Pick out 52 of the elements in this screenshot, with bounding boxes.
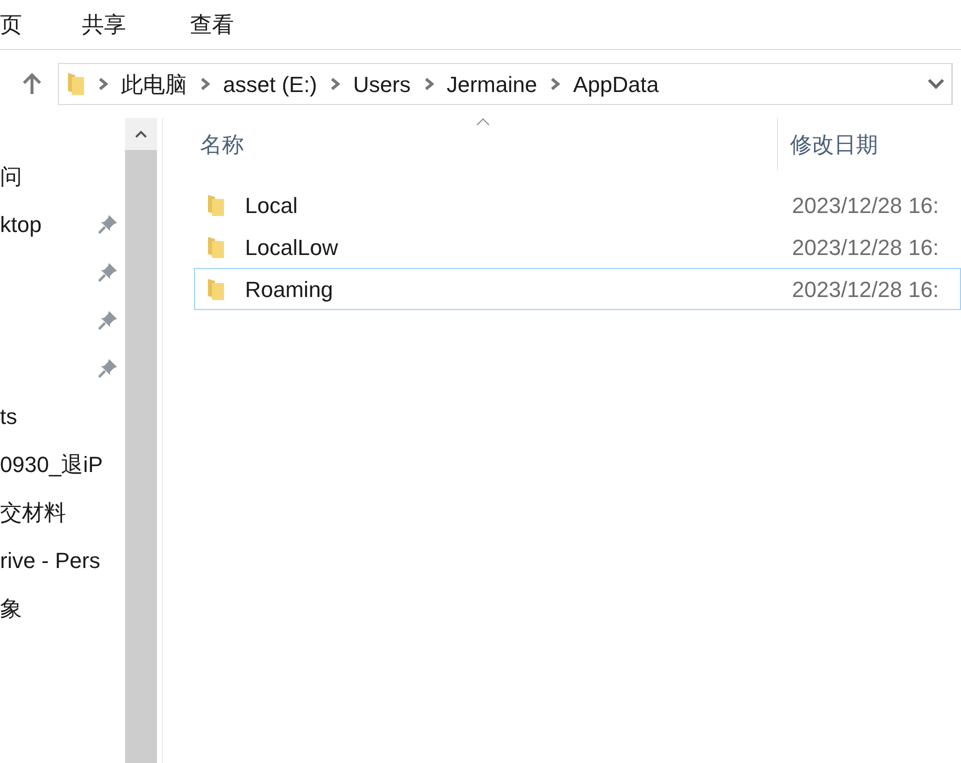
ribbon-tab[interactable]: 查看 — [186, 8, 238, 41]
folder-icon — [67, 71, 85, 97]
nav-item[interactable]: ktop — [0, 208, 42, 240]
nav-item[interactable]: 0930_退iP — [0, 448, 103, 480]
nav-item[interactable]: ts — [0, 400, 18, 432]
breadcrumb-item[interactable]: asset (E:) — [223, 68, 318, 100]
file-row[interactable]: Roaming 2023/12/28 16: — [194, 268, 961, 310]
dropdown-chevron-icon[interactable] — [927, 78, 945, 90]
breadcrumb-item[interactable]: AppData — [573, 68, 659, 100]
chevron-up-icon — [135, 130, 147, 138]
nav-row[interactable]: 交材料 — [0, 488, 125, 536]
nav-item[interactable]: 问 — [0, 160, 22, 192]
nav-row[interactable]: 0930_退iP — [0, 440, 125, 488]
file-name: Local — [245, 192, 299, 220]
chevron-right-icon[interactable] — [200, 77, 210, 91]
folder-icon — [207, 193, 225, 217]
file-name: LocalLow — [245, 234, 339, 262]
file-row[interactable]: LocalLow 2023/12/28 16: — [194, 226, 961, 268]
modified-date: 2023/12/28 16: — [792, 192, 939, 220]
modified-date: 2023/12/28 16: — [792, 276, 939, 304]
nav-item[interactable]: 象 — [0, 592, 22, 624]
nav-row[interactable]: ts — [0, 392, 125, 440]
nav-row[interactable]: 象 — [0, 584, 125, 632]
pin-icon[interactable] — [97, 357, 119, 379]
sort-caret-icon — [476, 118, 490, 126]
address-bar[interactable]: 此电脑 asset (E:) Users Jermaine AppData — [58, 63, 953, 105]
modified-date: 2023/12/28 16: — [792, 234, 939, 262]
ribbon-tab[interactable]: 共享 — [78, 8, 130, 41]
pin-icon[interactable] — [97, 261, 119, 283]
chevron-right-icon[interactable] — [550, 77, 560, 91]
scrollbar[interactable] — [125, 118, 157, 763]
up-arrow-icon[interactable] — [22, 73, 42, 95]
file-name: Roaming — [245, 276, 334, 304]
file-row[interactable]: Local 2023/12/28 16: — [194, 184, 961, 226]
nav-item[interactable]: rive - Pers — [0, 544, 100, 576]
column-header[interactable]: 修改日期 — [790, 132, 878, 156]
nav-row[interactable]: 问 — [0, 152, 125, 200]
folder-icon — [207, 277, 225, 301]
chevron-right-icon[interactable] — [424, 77, 434, 91]
nav-item[interactable]: 交材料 — [0, 496, 66, 528]
pin-icon[interactable] — [97, 213, 119, 235]
scroll-up-button[interactable] — [125, 118, 157, 150]
folder-icon — [207, 235, 225, 259]
pin-icon[interactable] — [97, 309, 119, 331]
chevron-right-icon[interactable] — [330, 77, 340, 91]
column-header[interactable]: 名称 — [200, 128, 244, 160]
nav-row[interactable]: rive - Pers — [0, 536, 125, 584]
ribbon-tab[interactable]: 页 — [0, 8, 22, 41]
chevron-right-icon[interactable] — [98, 77, 108, 91]
breadcrumb-item[interactable]: Jermaine — [446, 68, 538, 100]
breadcrumb-item[interactable]: 此电脑 — [121, 68, 187, 100]
breadcrumb-item[interactable]: Users — [353, 68, 411, 100]
